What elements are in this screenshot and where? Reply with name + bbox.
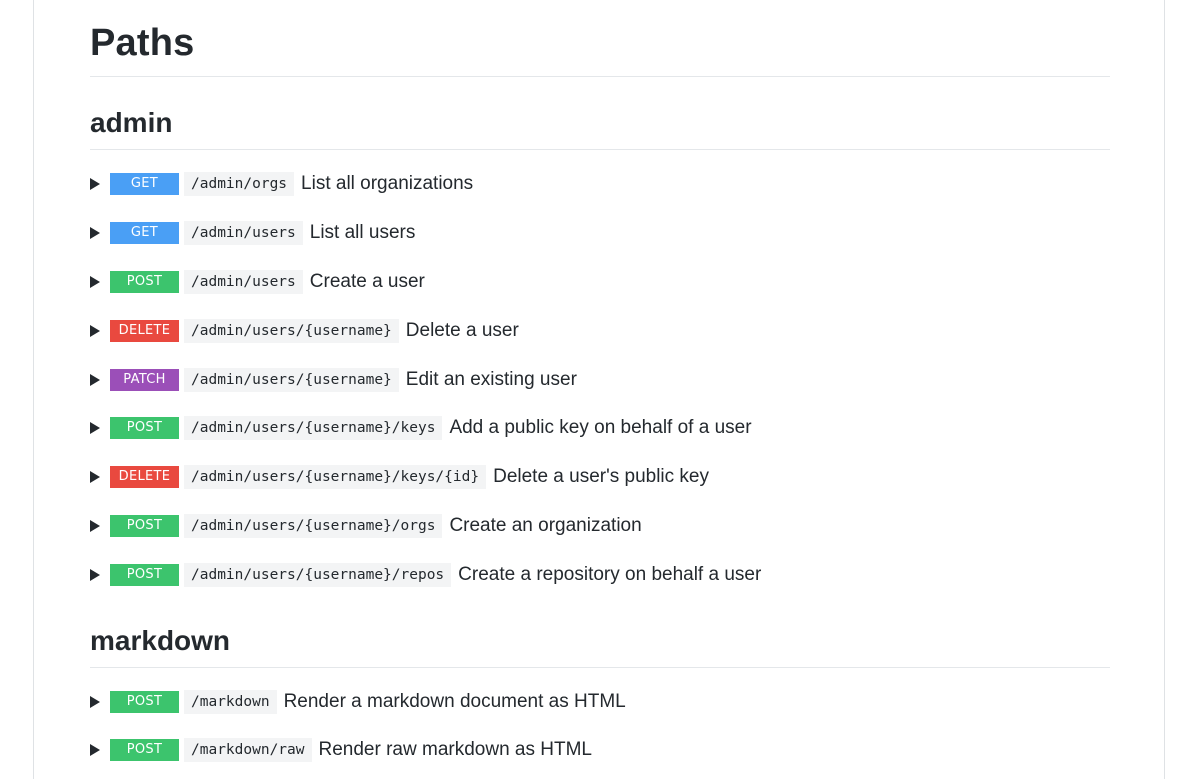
method-badge: POST (110, 563, 179, 586)
operation-path: /admin/users (184, 269, 303, 294)
method-badge: POST (110, 739, 179, 762)
section-title-admin: admin (90, 106, 1110, 150)
section-admin: admin GET /admin/orgs List all organizat… (90, 106, 1110, 599)
operations-list-admin: GET /admin/orgs List all organizations G… (90, 150, 1110, 599)
operation-row[interactable]: DELETE /admin/users/{username} Delete a … (90, 306, 1110, 355)
operation-row[interactable]: DELETE /admin/users/{username}/keys/{id}… (90, 453, 1110, 502)
operation-row[interactable]: PATCH /admin/users/{username} Edit an ex… (90, 355, 1110, 404)
operation-path: /admin/users/{username} (184, 367, 399, 392)
triangle-right-icon[interactable] (90, 178, 100, 191)
operation-row[interactable]: POST /admin/users/{username}/orgs Create… (90, 502, 1110, 551)
method-badge: DELETE (110, 466, 179, 489)
section-markdown: markdown POST /markdown Render a markdow… (90, 624, 1110, 775)
operation-row[interactable]: POST /admin/users/{username}/keys Add a … (90, 404, 1110, 453)
operation-path: /markdown/raw (184, 738, 312, 763)
operation-row[interactable]: GET /admin/users List all users (90, 209, 1110, 258)
triangle-right-icon[interactable] (90, 373, 100, 386)
triangle-right-icon[interactable] (90, 695, 100, 708)
operation-path: /admin/users (184, 221, 303, 246)
operation-row[interactable]: POST /markdown Render a markdown documen… (90, 677, 1110, 726)
operation-summary: Delete a user (405, 319, 519, 341)
operation-summary: List all organizations (301, 173, 474, 195)
section-title-markdown: markdown (90, 624, 1110, 669)
triangle-right-icon[interactable] (90, 568, 100, 581)
triangle-right-icon[interactable] (90, 275, 100, 288)
operation-summary: Create a user (309, 270, 425, 292)
operation-summary: Create an organization (449, 514, 642, 536)
operation-path: /admin/orgs (184, 172, 295, 197)
method-badge: POST (110, 514, 179, 537)
triangle-right-icon[interactable] (90, 422, 100, 435)
triangle-right-icon[interactable] (90, 227, 100, 240)
operation-row[interactable]: POST /admin/users/{username}/repos Creat… (90, 550, 1110, 599)
operation-path: /markdown (184, 689, 277, 714)
method-badge: GET (110, 173, 179, 196)
page-title: Paths (90, 0, 1110, 77)
operation-summary: List all users (309, 222, 416, 244)
operation-summary: Add a public key on behalf of a user (449, 417, 752, 439)
method-badge: DELETE (110, 319, 179, 342)
docs-page: Paths admin GET /admin/orgs List all org… (33, 0, 1165, 779)
triangle-right-icon[interactable] (90, 324, 100, 337)
operation-path: /admin/users/{username} (184, 318, 399, 343)
operation-row[interactable]: POST /admin/users Create a user (90, 258, 1110, 307)
triangle-right-icon[interactable] (90, 471, 100, 484)
operation-path: /admin/users/{username}/keys/{id} (184, 465, 487, 490)
operation-summary: Edit an existing user (405, 368, 577, 390)
triangle-right-icon[interactable] (90, 519, 100, 532)
operation-summary: Delete a user's public key (493, 466, 709, 488)
triangle-right-icon[interactable] (90, 744, 100, 757)
method-badge: POST (110, 690, 179, 713)
operations-list-markdown: POST /markdown Render a markdown documen… (90, 668, 1110, 775)
method-badge: POST (110, 270, 179, 293)
operation-row[interactable]: GET /admin/orgs List all organizations (90, 160, 1110, 209)
operation-summary: Create a repository on behalf a user (458, 563, 762, 585)
method-badge: POST (110, 417, 179, 440)
operation-row[interactable]: POST /markdown/raw Render raw markdown a… (90, 726, 1110, 775)
operation-path: /admin/users/{username}/orgs (184, 513, 443, 538)
operation-summary: Render raw markdown as HTML (318, 739, 592, 761)
operation-path: /admin/users/{username}/repos (184, 562, 452, 587)
docs-content: Paths admin GET /admin/orgs List all org… (90, 0, 1110, 775)
operation-summary: Render a markdown document as HTML (283, 690, 626, 712)
method-badge: PATCH (110, 368, 179, 391)
method-badge: GET (110, 222, 179, 245)
operation-path: /admin/users/{username}/keys (184, 416, 443, 441)
